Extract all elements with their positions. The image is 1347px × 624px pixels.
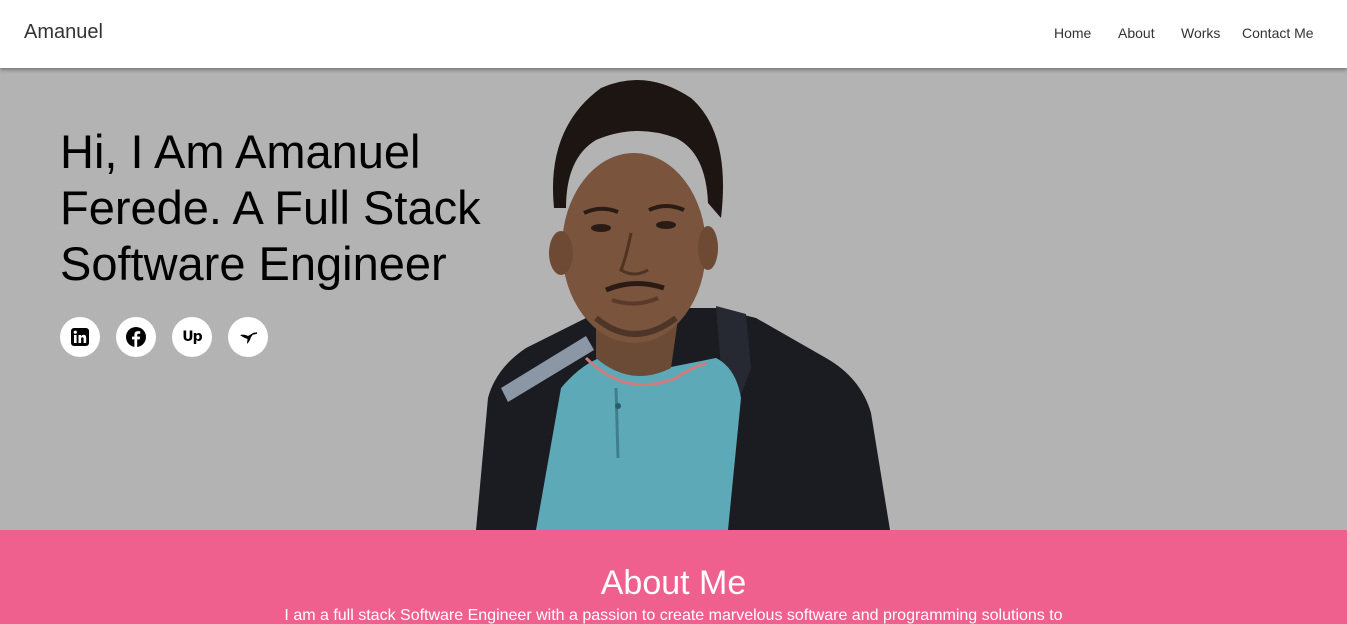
linkedin-button[interactable]	[60, 317, 100, 357]
navbar: Amanuel Home About Works Contact Me	[0, 0, 1347, 68]
brand-link[interactable]: Amanuel	[24, 21, 103, 44]
nav-contact[interactable]: Contact Me	[1242, 25, 1314, 41]
linkedin-icon	[71, 328, 89, 346]
facebook-button[interactable]	[116, 317, 156, 357]
upwork-button[interactable]: Up	[172, 317, 212, 357]
hummingbird-icon	[240, 332, 258, 344]
nav-home[interactable]: Home	[1054, 25, 1091, 41]
nav-about[interactable]: About	[1118, 25, 1155, 41]
hero-section: Hi, I Am Amanuel Ferede. A Full Stack So…	[0, 68, 1347, 530]
upwork-icon: Up	[182, 329, 202, 345]
about-title: About Me	[600, 564, 747, 602]
hero-title: Hi, I Am Amanuel Ferede. A Full Stack So…	[60, 125, 481, 290]
facebook-icon	[126, 327, 146, 347]
about-text: I am a full stack Software Engineer with…	[284, 607, 1063, 624]
profile-photo	[476, 80, 890, 530]
about-section: About Me I am a full stack Software Engi…	[0, 530, 1347, 624]
nav-works[interactable]: Works	[1181, 25, 1220, 41]
hummingbird-button[interactable]	[228, 317, 268, 357]
